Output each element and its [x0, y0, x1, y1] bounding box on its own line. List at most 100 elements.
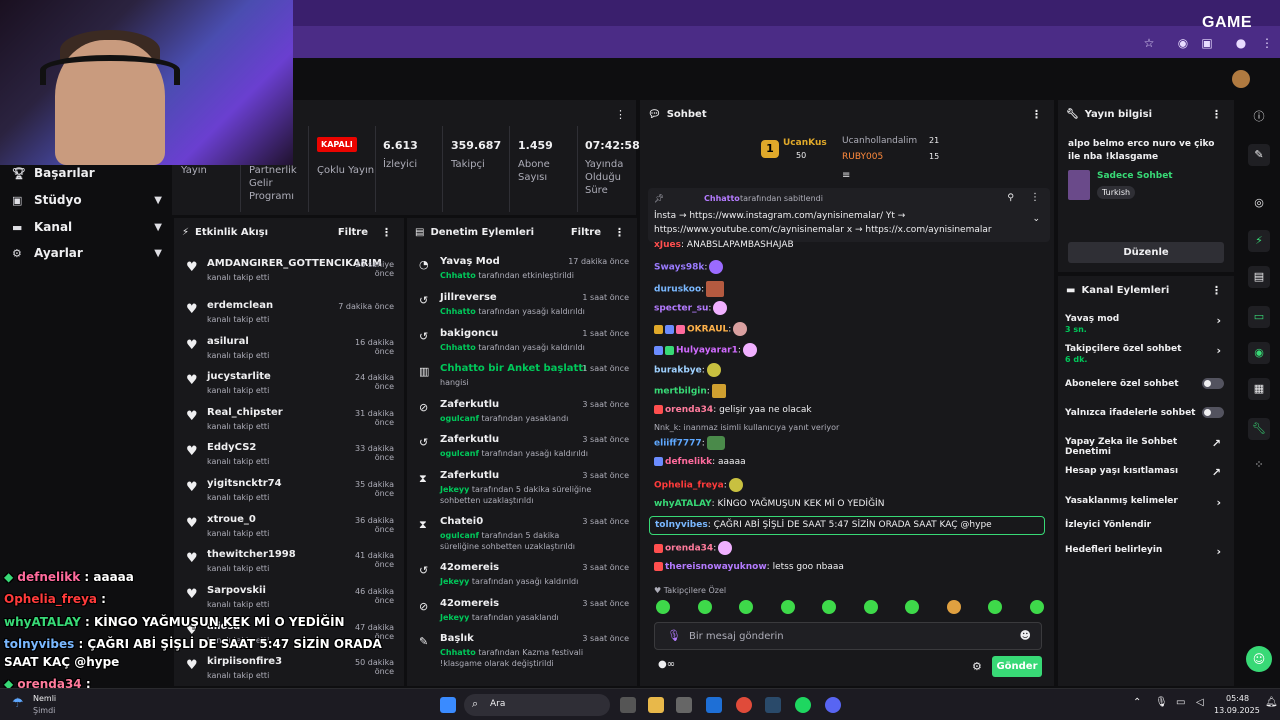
- list-item[interactable]: ♥ thewitcher1998 kanalı takip etti 41 dakik…: [174, 547, 404, 583]
- emote-only-toggle[interactable]: [1202, 407, 1224, 418]
- chat-message[interactable]: duruskoo:: [654, 281, 725, 297]
- emote-icon[interactable]: [863, 600, 878, 614]
- list-item[interactable]: ♥ jucystarlite kanalı takip etti 24 dakika …: [174, 369, 404, 405]
- chrome-icon[interactable]: [736, 697, 752, 713]
- list-item[interactable]: ♥ EddyCS2 kanalı takip etti 33 dakika önce: [174, 440, 404, 476]
- volume-icon[interactable]: ◁: [1196, 697, 1204, 708]
- emote-icon[interactable]: [905, 600, 920, 614]
- chat-message[interactable]: Ophelia_freya:: [654, 478, 743, 492]
- action-followers-only[interactable]: Takipçilere özel sohbet 6 dk. ›: [1065, 344, 1225, 364]
- pinned-message[interactable]: 📌︎ Chhatto tarafından sabitlendi ⚲ ⋮ ⌄ İ…: [648, 188, 1050, 242]
- action-emote-only[interactable]: Yalnızca ifadelerle sohbet: [1065, 408, 1225, 418]
- collapse-icon[interactable]: ≡: [842, 170, 850, 181]
- chat-message[interactable]: xJues: ANABSLAPAMBASHAJAB: [654, 240, 794, 250]
- menu-icon[interactable]: ⋮: [1260, 36, 1274, 50]
- action-raid[interactable]: İzleyici Yönlendir: [1065, 520, 1225, 530]
- points-icon[interactable]: ●∞: [658, 659, 675, 670]
- chat-message[interactable]: mertbilgin:: [654, 384, 726, 398]
- emote-icon[interactable]: [697, 600, 712, 614]
- more-options-icon[interactable]: ⋮: [381, 226, 392, 239]
- avatar[interactable]: [1232, 70, 1250, 88]
- more-options-icon[interactable]: ⋮: [614, 226, 625, 239]
- more-options-icon[interactable]: ⋮: [1031, 108, 1042, 121]
- discord-icon[interactable]: [825, 697, 841, 713]
- emote-icon[interactable]: [946, 600, 961, 614]
- subscribers-only-toggle[interactable]: [1202, 378, 1224, 389]
- sidebar-item-channel[interactable]: ▬ Kanal ▼: [12, 220, 162, 234]
- list-item[interactable]: ♥ xtroue_0 kanalı takip etti 36 dakika önce: [174, 512, 404, 548]
- action-subscribers-only[interactable]: Abonelere özel sohbet: [1065, 379, 1225, 389]
- chat-message[interactable]: OKRAUL:: [654, 322, 748, 336]
- notification-icon[interactable]: 🔔︎: [1265, 697, 1278, 708]
- network-icon[interactable]: ▭: [1176, 697, 1185, 708]
- tag-chip[interactable]: Turkish: [1097, 186, 1136, 199]
- more-options-icon[interactable]: ⋮: [1211, 284, 1222, 297]
- puzzle-icon[interactable]: ▣: [1200, 36, 1214, 50]
- chat-input[interactable]: 🎙︎ Bir mesaj gönderin ☻: [654, 622, 1042, 650]
- pencil-icon[interactable]: ✎: [1248, 144, 1270, 166]
- steam-icon[interactable]: [765, 697, 781, 713]
- edit-button[interactable]: Düzenle: [1068, 242, 1224, 263]
- spotify-icon[interactable]: [795, 697, 811, 713]
- activity-filter-button[interactable]: Filtre: [338, 227, 368, 238]
- chat-message[interactable]: eliiff7777:: [654, 436, 725, 450]
- start-icon[interactable]: [440, 697, 456, 713]
- outlook-icon[interactable]: [706, 697, 722, 713]
- list-item[interactable]: ♥ yigitsncktr74 kanalı takip etti 35 dakika…: [174, 476, 404, 512]
- chat-message[interactable]: orenda34: gelişir yaa ne olacak: [654, 405, 812, 415]
- list-item[interactable]: ♥ Sarpovskii kanalı takip etti 46 dakika ön…: [174, 583, 404, 619]
- more-options-icon[interactable]: ⋮: [615, 108, 626, 121]
- sidebar-item-achievements[interactable]: 🏆︎ Başarılar: [12, 166, 162, 180]
- emote-icon[interactable]: [1029, 600, 1044, 614]
- more-options-icon[interactable]: ⋮: [1030, 192, 1040, 203]
- chat-message[interactable]: Sways98k:: [654, 260, 724, 274]
- info-icon[interactable]: ⓘ: [1248, 106, 1270, 128]
- chat-bubble-icon[interactable]: ▭: [1248, 306, 1270, 328]
- action-goals[interactable]: Hedefleri belirleyin ›: [1065, 545, 1225, 558]
- chevron-up-icon[interactable]: ⌃: [1133, 697, 1141, 708]
- action-account-age[interactable]: Hesap yaşı kısıtlaması ↗: [1065, 466, 1225, 479]
- more-options-icon[interactable]: ⋮: [1211, 108, 1222, 121]
- star-icon[interactable]: ☆: [1142, 36, 1156, 50]
- chat-message[interactable]: burakbye:: [654, 363, 721, 377]
- wrench-icon[interactable]: 🔧︎: [1248, 418, 1270, 440]
- emote-icon[interactable]: [988, 600, 1003, 614]
- emote-icon[interactable]: [780, 600, 795, 614]
- clipboard-icon[interactable]: ▤: [1248, 266, 1270, 288]
- list-item[interactable]: ♥ asilural kanalı takip etti 16 dakika önce: [174, 334, 404, 370]
- chat-message[interactable]: thereisnowayuknow: letss goo nbaaa: [654, 562, 844, 572]
- lightning-icon[interactable]: ⚡︎: [1248, 230, 1270, 252]
- list-item[interactable]: ♥ AMDANGIRER_GOTTENCIKARIM kanalı takip et…: [174, 256, 404, 292]
- chevron-down-icon[interactable]: ⌄: [1032, 214, 1040, 224]
- moderation-filter-button[interactable]: Filtre: [571, 227, 601, 238]
- mic-icon[interactable]: 🎙︎: [667, 629, 681, 642]
- action-ai-moderation[interactable]: Yapay Zeka ile Sohbet Denetimi ↗: [1065, 437, 1225, 457]
- chat-message[interactable]: defnelikk: aaaaa: [654, 457, 746, 467]
- action-slow-mode[interactable]: Yavaş mod 3 sn. ›: [1065, 314, 1225, 334]
- list-item[interactable]: ♥ Real_chipster kanalı takip etti 31 dakika…: [174, 405, 404, 441]
- list-item[interactable]: ♥ erdemclean kanalı takip etti 7 dakika önc…: [174, 298, 404, 334]
- camera-icon[interactable]: ◎: [1248, 192, 1270, 214]
- category-link[interactable]: Sadece Sohbet: [1097, 171, 1173, 181]
- taskbar-search[interactable]: ⌕ Ara: [464, 694, 610, 716]
- send-button[interactable]: Gönder: [992, 656, 1042, 677]
- emoji-icon[interactable]: ☻: [1020, 629, 1031, 642]
- layout-icon[interactable]: ▦: [1248, 378, 1270, 400]
- store-icon[interactable]: [676, 697, 692, 713]
- sidebar-item-settings[interactable]: ⚙ Ayarlar ▼: [12, 246, 162, 260]
- sidebar-item-studio[interactable]: ▣ Stüdyo ▼: [12, 193, 162, 207]
- help-icon[interactable]: ☺: [1246, 646, 1272, 672]
- list-item[interactable]: ♥ kirpiisonfire3 kanalı takip etti 50 dakik…: [174, 654, 404, 690]
- action-banned-words[interactable]: Yasaklanmış kelimeler ›: [1065, 496, 1225, 509]
- profile-icon[interactable]: ●: [1234, 36, 1248, 50]
- extension-icon[interactable]: ◉: [1176, 36, 1190, 50]
- task-view-icon[interactable]: [620, 697, 636, 713]
- chat-message[interactable]: Hulyayarar1:: [654, 343, 757, 357]
- emote-icon[interactable]: [739, 600, 754, 614]
- apps-icon[interactable]: ⁘: [1248, 454, 1270, 476]
- emote-icon[interactable]: [822, 600, 837, 614]
- chat-message[interactable]: specter_su:: [654, 301, 728, 315]
- chat-message[interactable]: orenda34:: [654, 541, 733, 555]
- mic-icon[interactable]: 🎙︎: [1155, 697, 1168, 708]
- broadcast-icon[interactable]: ◉: [1248, 342, 1270, 364]
